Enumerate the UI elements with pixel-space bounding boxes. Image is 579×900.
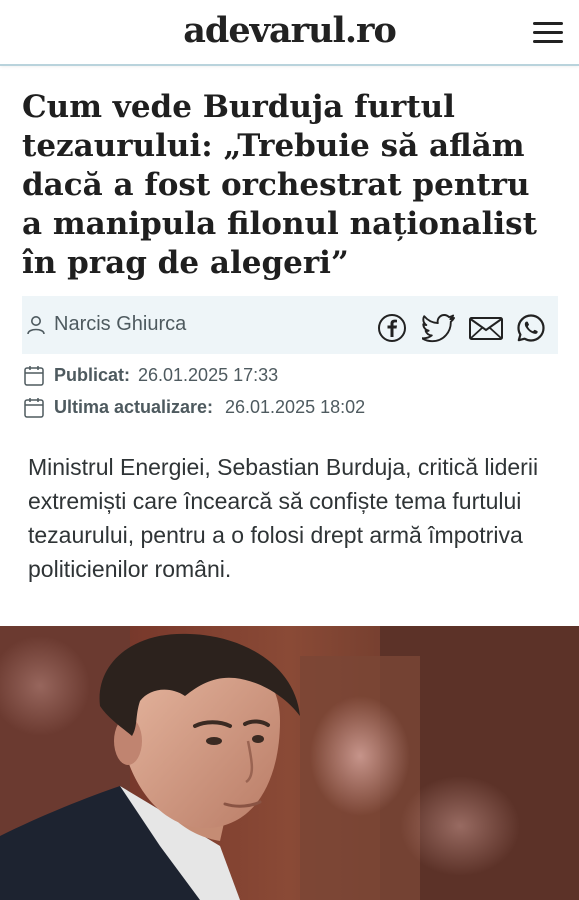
site-logo[interactable]: adevarul.ro	[0, 10, 579, 51]
user-icon	[27, 316, 45, 335]
updated-row: Ultima actualizare: 26.01.2025 18:02	[22, 396, 422, 420]
updated-label: Ultima actualizare:	[54, 397, 214, 417]
author-share-bar: Narcis Ghiurca	[22, 296, 558, 354]
whatsapp-icon[interactable]	[516, 313, 546, 343]
hamburger-icon[interactable]	[533, 22, 563, 44]
calendar-icon	[24, 398, 44, 418]
calendar-icon	[24, 366, 44, 386]
updated-date: 26.01.2025 18:02	[225, 397, 366, 417]
email-icon[interactable]	[468, 313, 504, 343]
article-lead: Ministrul Energiei, Sebastian Burduja, c…	[28, 454, 539, 582]
published-row: Publicat: 26.01.2025 17:33	[22, 364, 322, 388]
article-title: Cum vede Burduja furtul tezaurului: „Tre…	[22, 89, 537, 281]
facebook-icon[interactable]	[377, 313, 407, 343]
article-photo[interactable]	[0, 626, 579, 900]
logo-text: adevarul.ro	[183, 10, 397, 51]
author-name[interactable]: Narcis Ghiurca	[54, 313, 186, 336]
portrait-photo	[0, 626, 579, 900]
published-label: Publicat:	[54, 365, 131, 385]
twitter-icon[interactable]	[422, 313, 456, 343]
site-header: adevarul.ro	[0, 0, 579, 66]
published-date: 26.01.2025 17:33	[138, 365, 279, 385]
